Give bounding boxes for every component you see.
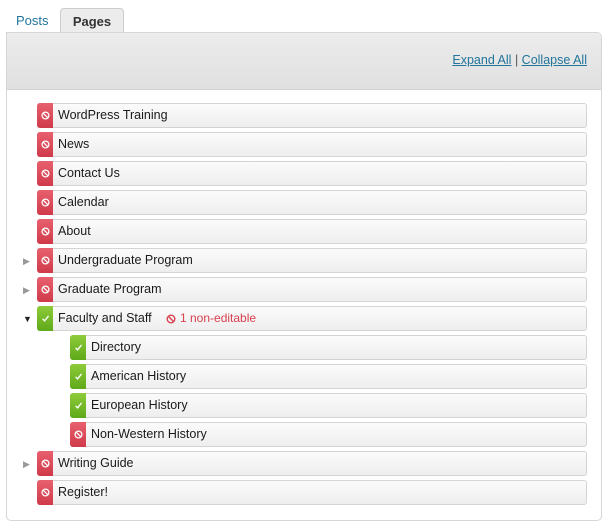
no-entry-icon	[37, 480, 53, 505]
page-title: Graduate Program	[58, 282, 162, 296]
panel-header: Expand All | Collapse All	[7, 33, 601, 90]
page-title: American History	[91, 369, 187, 383]
page-row[interactable]: Undergraduate Program	[37, 248, 587, 273]
link-separator: |	[514, 53, 519, 67]
collapsed-arrow-icon[interactable]: ▶	[23, 459, 33, 469]
page-row[interactable]: Contact Us	[37, 161, 587, 186]
page-row[interactable]: Writing Guide	[37, 451, 587, 476]
check-icon	[70, 364, 86, 389]
check-icon	[70, 335, 86, 360]
no-entry-icon	[37, 103, 53, 128]
no-entry-icon	[37, 219, 53, 244]
check-icon	[70, 393, 86, 418]
page-title: Register!	[58, 485, 109, 499]
page-title: About	[58, 224, 91, 238]
tab-posts[interactable]: Posts	[6, 8, 58, 32]
page-title: Undergraduate Program	[58, 253, 193, 267]
no-entry-icon	[70, 422, 86, 447]
non-editable-count-badge: 1 non-editable	[166, 307, 256, 330]
page-title: European History	[91, 398, 188, 412]
page-title: Faculty and Staff	[58, 311, 152, 325]
page-title: Contact Us	[58, 166, 120, 180]
expand-collapse-links: Expand All | Collapse All	[452, 53, 587, 67]
check-icon	[37, 306, 53, 331]
page-row[interactable]: Directory	[70, 335, 587, 360]
no-entry-icon	[37, 248, 53, 273]
page-row[interactable]: WordPress Training	[37, 103, 587, 128]
collapse-all-link[interactable]: Collapse All	[522, 53, 587, 67]
page-title: WordPress Training	[58, 108, 168, 122]
page-row[interactable]: Non-Western History	[70, 422, 587, 447]
page-row[interactable]: Graduate Program	[37, 277, 587, 302]
no-entry-icon	[37, 277, 53, 302]
collapsed-arrow-icon[interactable]: ▶	[23, 285, 33, 295]
non-editable-count-text: 1 non-editable	[180, 311, 257, 325]
pages-panel: Expand All | Collapse All WordPress Trai…	[6, 32, 602, 521]
expanded-arrow-icon[interactable]: ▼	[23, 314, 33, 324]
page-title: News	[58, 137, 90, 151]
page-row[interactable]: European History	[70, 393, 587, 418]
page-row[interactable]: News	[37, 132, 587, 157]
no-entry-icon	[37, 190, 53, 215]
expand-all-link[interactable]: Expand All	[452, 53, 511, 67]
no-entry-icon	[37, 451, 53, 476]
tab-pages[interactable]: Pages	[60, 8, 124, 33]
no-entry-icon	[166, 314, 176, 324]
page-title: Non-Western History	[91, 427, 207, 441]
page-row[interactable]: American History	[70, 364, 587, 389]
page-title: Calendar	[58, 195, 109, 209]
page-row[interactable]: About	[37, 219, 587, 244]
page-row[interactable]: Faculty and Staff 1 non-editable	[37, 306, 587, 331]
page-row[interactable]: Calendar	[37, 190, 587, 215]
no-entry-icon	[37, 161, 53, 186]
no-entry-icon	[37, 132, 53, 157]
page-title: Writing Guide	[58, 456, 134, 470]
collapsed-arrow-icon[interactable]: ▶	[23, 256, 33, 266]
page-title: Directory	[91, 340, 142, 354]
page-row[interactable]: Register!	[37, 480, 587, 505]
